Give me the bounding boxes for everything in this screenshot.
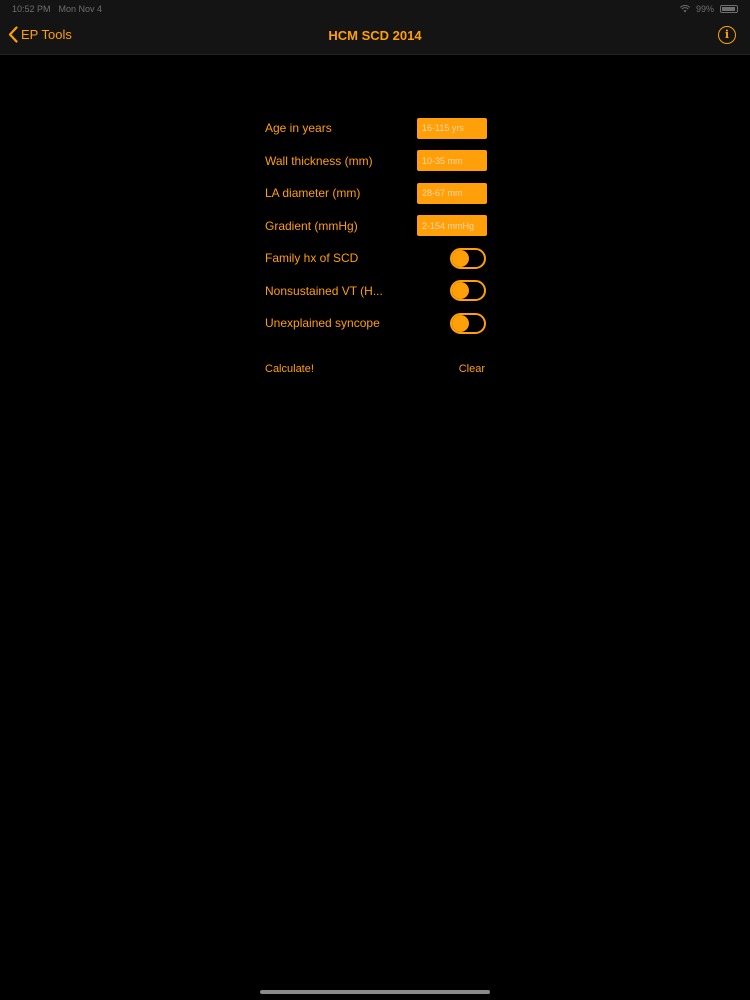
field-row-age: Age in years: [265, 112, 487, 145]
navigation-bar: EP Tools HCM SCD 2014 i: [0, 18, 750, 55]
field-row-wall-thickness: Wall thickness (mm): [265, 145, 487, 178]
status-time: 10:52 PM: [12, 4, 51, 14]
wall-thickness-input[interactable]: [417, 150, 487, 172]
status-right: 99%: [679, 4, 738, 14]
gradient-input[interactable]: [417, 215, 487, 237]
wall-thickness-label: Wall thickness (mm): [265, 153, 373, 168]
la-diameter-input[interactable]: [417, 182, 487, 204]
app-screen: 10:52 PM Mon Nov 4 99% EP Tools HCM SCD …: [0, 0, 750, 1000]
age-label: Age in years: [265, 121, 332, 136]
toggle-knob: [452, 314, 469, 332]
nsvt-toggle[interactable]: [450, 280, 486, 302]
field-row-gradient: Gradient (mmHg): [265, 210, 487, 243]
action-row: Calculate! Clear: [265, 363, 485, 375]
toggle-row-nsvt: Nonsustained VT (H...: [265, 275, 487, 308]
toggle-knob: [452, 249, 469, 267]
wifi-icon: [679, 5, 690, 13]
toggle-row-family-hx: Family hx of SCD: [265, 242, 487, 275]
toggle-knob: [452, 282, 469, 300]
calculator-form: Age in years Wall thickness (mm) LA diam…: [265, 112, 487, 340]
clear-button[interactable]: Clear: [459, 363, 485, 375]
syncope-toggle[interactable]: [450, 312, 486, 334]
field-row-la-diameter: LA diameter (mm): [265, 177, 487, 210]
status-bar: 10:52 PM Mon Nov 4 99%: [0, 0, 750, 18]
battery-percent: 99%: [695, 4, 714, 14]
family-hx-label: Family hx of SCD: [265, 251, 359, 266]
home-indicator[interactable]: [260, 990, 490, 994]
status-date: Mon Nov 4: [58, 4, 103, 14]
family-hx-toggle[interactable]: [450, 247, 486, 269]
battery-icon: [720, 5, 738, 13]
age-input[interactable]: [417, 117, 487, 139]
syncope-label: Unexplained syncope: [265, 316, 380, 331]
nsvt-label: Nonsustained VT (H...: [265, 283, 383, 298]
info-icon[interactable]: i: [718, 26, 736, 44]
page-title: HCM SCD 2014: [328, 28, 422, 43]
toggle-row-syncope: Unexplained syncope: [265, 307, 487, 340]
la-diameter-label: LA diameter (mm): [265, 186, 361, 201]
calculate-button[interactable]: Calculate!: [265, 363, 314, 375]
gradient-label: Gradient (mmHg): [265, 218, 358, 233]
status-left: 10:52 PM Mon Nov 4: [12, 4, 102, 14]
